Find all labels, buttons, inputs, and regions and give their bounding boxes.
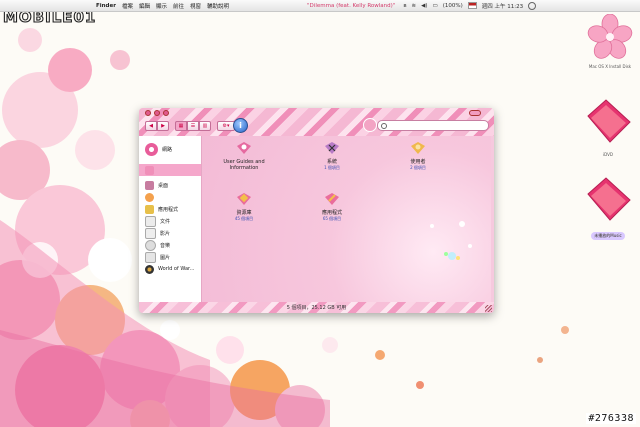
file-item-system[interactable]: 系統 1 個項目	[302, 140, 362, 171]
menu-go[interactable]: 前往	[173, 2, 184, 10]
sidebar: 網路 桌面 應用程式 文件 影片 音樂 圖片 World of War...	[139, 136, 202, 302]
music-icon	[145, 239, 156, 251]
file-item-library[interactable]: 資源庫 45 個項目	[214, 191, 274, 222]
battery-percent[interactable]: (100%)	[443, 3, 463, 9]
sidebar-item-label: 音樂	[160, 242, 171, 249]
sidebar-item-label: World of War...	[158, 266, 195, 272]
back-button[interactable]: ◀	[145, 121, 157, 131]
status-text: 5 個項目，25.12 GB 可用	[286, 305, 347, 311]
search-field[interactable]	[377, 120, 489, 131]
window-controls	[145, 110, 172, 116]
volume-icon[interactable]: ◀)	[421, 3, 427, 9]
applications-folder-icon	[325, 193, 339, 205]
sidebar-item-label: 文件	[160, 218, 171, 225]
desktop-icon	[145, 180, 154, 190]
library-icon	[237, 193, 251, 205]
file-item-user-guides[interactable]: User Guides and Information	[214, 140, 274, 171]
icon-view-button[interactable]: ▦	[175, 121, 187, 131]
desktop-icon-label: iDVD	[603, 152, 613, 157]
toolbar-toggle-button[interactable]	[469, 110, 481, 116]
documents-icon	[145, 215, 156, 227]
column-view-button[interactable]: ▥	[199, 121, 211, 131]
desktop-icon-label: Mac OS X Install Disk	[588, 64, 632, 69]
file-browser-content: User Guides and Information 系統 1 個項目 使用者…	[202, 136, 491, 302]
sidebar-item-network[interactable]: 網路	[139, 140, 201, 158]
file-item-count: 65 個項目	[322, 216, 342, 221]
sidebar-item-documents[interactable]: 文件	[139, 215, 201, 227]
icon-view-icon: ▦	[178, 123, 184, 129]
clock-text[interactable]: 週四 上午 11:23	[482, 2, 523, 10]
sakura-drive-icon	[587, 13, 633, 59]
get-info-button[interactable]: i	[233, 118, 248, 133]
sidebar-item-music[interactable]: 音樂	[139, 239, 201, 251]
menu-bar: Finder 檔案 編輯 顯示 前往 視窗 輔助說明 "Dilemma (fea…	[0, 0, 640, 12]
pink-folder-icon	[587, 177, 631, 221]
list-view-button[interactable]: ☰	[187, 121, 199, 131]
network-icon	[145, 142, 158, 156]
sidebar-item-desktop[interactable]: 桌面	[139, 179, 201, 191]
sparkle-decoration	[430, 221, 472, 260]
pictures-icon	[145, 251, 156, 263]
watermark-id: #276338	[586, 413, 636, 424]
now-playing-text[interactable]: "Dilemma (feat. Kelly Rowland)"	[307, 3, 395, 9]
search-avatar-icon	[363, 118, 377, 132]
menu-help[interactable]: 輔助說明	[207, 2, 229, 10]
menu-edit[interactable]: 編輯	[139, 2, 150, 10]
desktop-icon-music[interactable]: 未播放的Music	[578, 172, 638, 240]
bluetooth-icon[interactable]: ʙ	[403, 3, 406, 9]
desktop-icon-label: 未播放的Music	[591, 232, 625, 240]
zoom-button[interactable]	[163, 110, 169, 116]
desktop-icon-install-disk[interactable]: Mac OS X Install Disk	[580, 13, 640, 69]
disk-icon	[145, 165, 154, 175]
close-button[interactable]	[145, 110, 151, 116]
sidebar-item-movies[interactable]: 影片	[139, 227, 201, 239]
file-item-count: 2 個項目	[410, 165, 426, 170]
desktop-icon-idvd[interactable]: iDVD	[578, 96, 638, 157]
sidebar-item-disk[interactable]	[139, 164, 201, 176]
spotlight-icon[interactable]	[528, 1, 537, 10]
wow-icon	[145, 264, 154, 274]
menu-file[interactable]: 檔案	[122, 2, 133, 10]
applications-icon	[145, 204, 154, 214]
input-flag-icon[interactable]	[467, 2, 477, 9]
sidebar-item-label: 應用程式	[158, 206, 179, 213]
sidebar-item-label: 網路	[162, 146, 173, 153]
pink-folder-icon	[587, 99, 631, 143]
file-item-users[interactable]: 使用者 2 個項目	[388, 140, 448, 171]
toolbar: ◀ ▶ ▦ ☰ ▥ ⚙▾	[145, 121, 237, 131]
column-view-icon: ▥	[202, 123, 208, 129]
wifi-icon[interactable]: ≋	[412, 3, 417, 9]
file-item-name: User Guides and Information	[223, 159, 265, 171]
forward-button[interactable]: ▶	[157, 121, 169, 131]
sidebar-item-home[interactable]	[139, 191, 201, 203]
sidebar-item-label: 影片	[160, 230, 171, 237]
file-item-count: 1 個項目	[324, 165, 340, 170]
finder-window: ◀ ▶ ▦ ☰ ▥ ⚙▾ i 網路 桌面 應用程式 文件 影片 音樂 圖片 Wo…	[139, 108, 494, 313]
system-icon	[325, 142, 339, 154]
user-guides-icon	[237, 142, 251, 154]
menu-finder[interactable]: Finder	[96, 3, 116, 9]
resize-handle[interactable]	[485, 305, 492, 312]
movies-icon	[145, 227, 156, 239]
list-view-icon: ☰	[190, 123, 196, 129]
sidebar-item-pictures[interactable]: 圖片	[139, 251, 201, 263]
menu-view[interactable]: 顯示	[156, 2, 167, 10]
sidebar-item-label: 桌面	[158, 182, 169, 189]
minimize-button[interactable]	[154, 110, 160, 116]
sidebar-item-world-of-warcraft[interactable]: World of War...	[139, 263, 201, 275]
search-input[interactable]	[387, 122, 486, 129]
users-icon	[411, 142, 425, 154]
menu-window[interactable]: 視窗	[190, 2, 201, 10]
file-item-applications[interactable]: 應用程式 65 個項目	[302, 191, 362, 222]
sidebar-item-label: 圖片	[160, 254, 171, 261]
file-item-count: 45 個項目	[234, 216, 254, 221]
toolbar-toggle[interactable]	[469, 110, 484, 116]
status-bar: 5 個項目，25.12 GB 可用	[139, 302, 494, 313]
home-icon	[145, 192, 154, 202]
sidebar-item-applications[interactable]: 應用程式	[139, 203, 201, 215]
battery-icon[interactable]: ▭	[433, 3, 438, 9]
